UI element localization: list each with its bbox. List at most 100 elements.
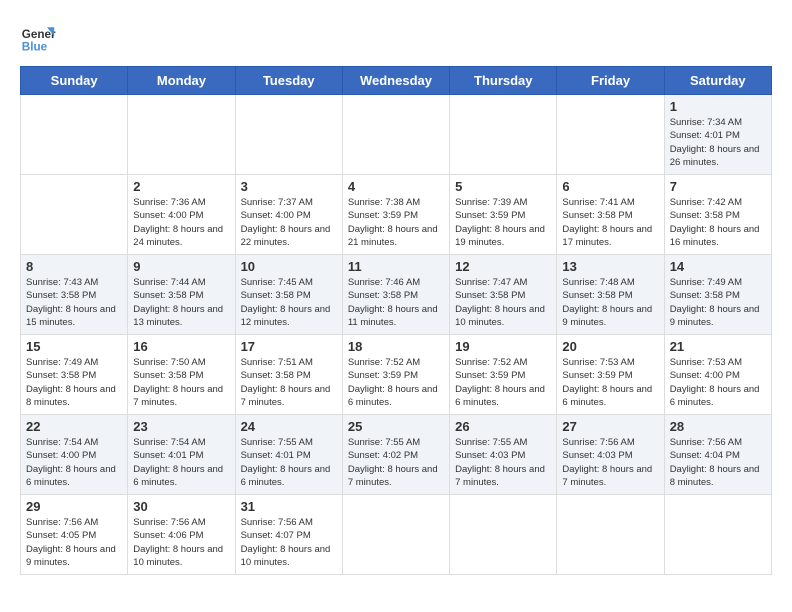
day-cell-25: 25 Sunrise: 7:55 AMSunset: 4:02 PMDayligh… [342,415,449,495]
week-row-3: 8Sunrise: 7:43 AMSunset: 3:58 PMDaylight… [21,255,772,335]
header-saturday: Saturday [664,67,771,95]
day-number: 27 [562,419,658,434]
day-info: Sunrise: 7:39 AMSunset: 3:59 PMDaylight:… [455,197,545,248]
day-number: 19 [455,339,551,354]
day-info: Sunrise: 7:48 AMSunset: 3:58 PMDaylight:… [562,277,652,328]
day-cell-15: 15 Sunrise: 7:49 AMSunset: 3:58 PMDayligh… [21,335,128,415]
header-monday: Monday [128,67,235,95]
day-info: Sunrise: 7:52 AMSunset: 3:59 PMDaylight:… [348,357,438,408]
day-cell-12: 12Sunrise: 7:47 AMSunset: 3:58 PMDayligh… [450,255,557,335]
day-info: Sunrise: 7:54 AMSunset: 4:01 PMDaylight:… [133,437,223,488]
day-number: 17 [241,339,337,354]
day-cell-18: 18 Sunrise: 7:52 AMSunset: 3:59 PMDayligh… [342,335,449,415]
day-cell-27: 27 Sunrise: 7:56 AMSunset: 4:03 PMDayligh… [557,415,664,495]
day-number: 25 [348,419,444,434]
logo-icon: General Blue [20,20,56,56]
day-cell-11: 11Sunrise: 7:46 AMSunset: 3:58 PMDayligh… [342,255,449,335]
header-thursday: Thursday [450,67,557,95]
day-info: Sunrise: 7:56 AMSunset: 4:03 PMDaylight:… [562,437,652,488]
day-cell-30: 30 Sunrise: 7:56 AMSunset: 4:06 PMDayligh… [128,495,235,575]
day-cell-21: 21 Sunrise: 7:53 AMSunset: 4:00 PMDayligh… [664,335,771,415]
page-header: General Blue [20,20,772,56]
logo: General Blue [20,20,56,56]
day-info: Sunrise: 7:45 AMSunset: 3:58 PMDaylight:… [241,277,331,328]
day-info: Sunrise: 7:53 AMSunset: 4:00 PMDaylight:… [670,357,760,408]
svg-text:Blue: Blue [22,41,48,54]
empty-cell [235,95,342,175]
day-cell-5: 5 Sunrise: 7:39 AMSunset: 3:59 PMDaylight… [450,175,557,255]
day-number: 21 [670,339,766,354]
empty-cell [342,495,449,575]
calendar-table: SundayMondayTuesdayWednesdayThursdayFrid… [20,66,772,575]
day-number: 30 [133,499,229,514]
day-cell-14: 14Sunrise: 7:49 AMSunset: 3:58 PMDayligh… [664,255,771,335]
day-info: Sunrise: 7:37 AMSunset: 4:00 PMDaylight:… [241,197,331,248]
day-info: Sunrise: 7:49 AMSunset: 3:58 PMDaylight:… [26,357,116,408]
day-number: 16 [133,339,229,354]
day-info: Sunrise: 7:55 AMSunset: 4:02 PMDaylight:… [348,437,438,488]
day-cell-28: 28Sunrise: 7:56 AMSunset: 4:04 PMDayligh… [664,415,771,495]
day-cell-29: 29Sunrise: 7:56 AMSunset: 4:05 PMDayligh… [21,495,128,575]
day-cell-2: 2Sunrise: 7:36 AMSunset: 4:00 PMDaylight… [128,175,235,255]
day-number: 9 [133,259,229,274]
empty-cell [342,95,449,175]
day-cell-4: 4Sunrise: 7:38 AMSunset: 3:59 PMDaylight… [342,175,449,255]
day-number: 4 [348,179,444,194]
week-row-5: 22 Sunrise: 7:54 AMSunset: 4:00 PMDayligh… [21,415,772,495]
day-info: Sunrise: 7:56 AMSunset: 4:06 PMDaylight:… [133,517,223,568]
day-info: Sunrise: 7:42 AMSunset: 3:58 PMDaylight:… [670,197,760,248]
empty-cell [664,495,771,575]
day-cell-23: 23 Sunrise: 7:54 AMSunset: 4:01 PMDayligh… [128,415,235,495]
days-header-row: SundayMondayTuesdayWednesdayThursdayFrid… [21,67,772,95]
day-cell-10: 10Sunrise: 7:45 AMSunset: 3:58 PMDayligh… [235,255,342,335]
day-number: 23 [133,419,229,434]
day-number: 6 [562,179,658,194]
day-number: 1 [670,99,766,114]
day-number: 24 [241,419,337,434]
day-info: Sunrise: 7:56 AMSunset: 4:07 PMDaylight:… [241,517,331,568]
day-cell-26: 26Sunrise: 7:55 AMSunset: 4:03 PMDayligh… [450,415,557,495]
day-number: 3 [241,179,337,194]
day-number: 28 [670,419,766,434]
header-sunday: Sunday [21,67,128,95]
day-number: 22 [26,419,122,434]
empty-cell [557,95,664,175]
day-cell-16: 16Sunrise: 7:50 AMSunset: 3:58 PMDayligh… [128,335,235,415]
day-cell-22: 22 Sunrise: 7:54 AMSunset: 4:00 PMDayligh… [21,415,128,495]
day-cell-7: 7 Sunrise: 7:42 AMSunset: 3:58 PMDaylight… [664,175,771,255]
empty-cell [450,495,557,575]
day-cell-31: 31 Sunrise: 7:56 AMSunset: 4:07 PMDayligh… [235,495,342,575]
day-cell-9: 9 Sunrise: 7:44 AMSunset: 3:58 PMDaylight… [128,255,235,335]
week-row-1: 1 Sunrise: 7:34 AMSunset: 4:01 PMDaylight… [21,95,772,175]
day-cell-3: 3 Sunrise: 7:37 AMSunset: 4:00 PMDaylight… [235,175,342,255]
empty-cell [21,175,128,255]
header-tuesday: Tuesday [235,67,342,95]
day-number: 7 [670,179,766,194]
day-number: 15 [26,339,122,354]
empty-cell [128,95,235,175]
day-number: 8 [26,259,122,274]
day-number: 18 [348,339,444,354]
day-cell-17: 17 Sunrise: 7:51 AMSunset: 3:58 PMDayligh… [235,335,342,415]
day-info: Sunrise: 7:54 AMSunset: 4:00 PMDaylight:… [26,437,116,488]
day-info: Sunrise: 7:52 AMSunset: 3:59 PMDaylight:… [455,357,545,408]
day-info: Sunrise: 7:55 AMSunset: 4:01 PMDaylight:… [241,437,331,488]
day-number: 13 [562,259,658,274]
empty-cell [450,95,557,175]
week-row-2: 2Sunrise: 7:36 AMSunset: 4:00 PMDaylight… [21,175,772,255]
day-info: Sunrise: 7:49 AMSunset: 3:58 PMDaylight:… [670,277,760,328]
day-number: 31 [241,499,337,514]
day-number: 5 [455,179,551,194]
day-cell-24: 24 Sunrise: 7:55 AMSunset: 4:01 PMDayligh… [235,415,342,495]
day-info: Sunrise: 7:51 AMSunset: 3:58 PMDaylight:… [241,357,331,408]
day-cell-13: 13 Sunrise: 7:48 AMSunset: 3:58 PMDayligh… [557,255,664,335]
day-info: Sunrise: 7:44 AMSunset: 3:58 PMDaylight:… [133,277,223,328]
header-friday: Friday [557,67,664,95]
day-cell-19: 19 Sunrise: 7:52 AMSunset: 3:59 PMDayligh… [450,335,557,415]
week-row-4: 15 Sunrise: 7:49 AMSunset: 3:58 PMDayligh… [21,335,772,415]
day-info: Sunrise: 7:34 AMSunset: 4:01 PMDaylight:… [670,117,760,168]
day-info: Sunrise: 7:55 AMSunset: 4:03 PMDaylight:… [455,437,545,488]
day-number: 20 [562,339,658,354]
day-cell-8: 8Sunrise: 7:43 AMSunset: 3:58 PMDaylight… [21,255,128,335]
header-wednesday: Wednesday [342,67,449,95]
